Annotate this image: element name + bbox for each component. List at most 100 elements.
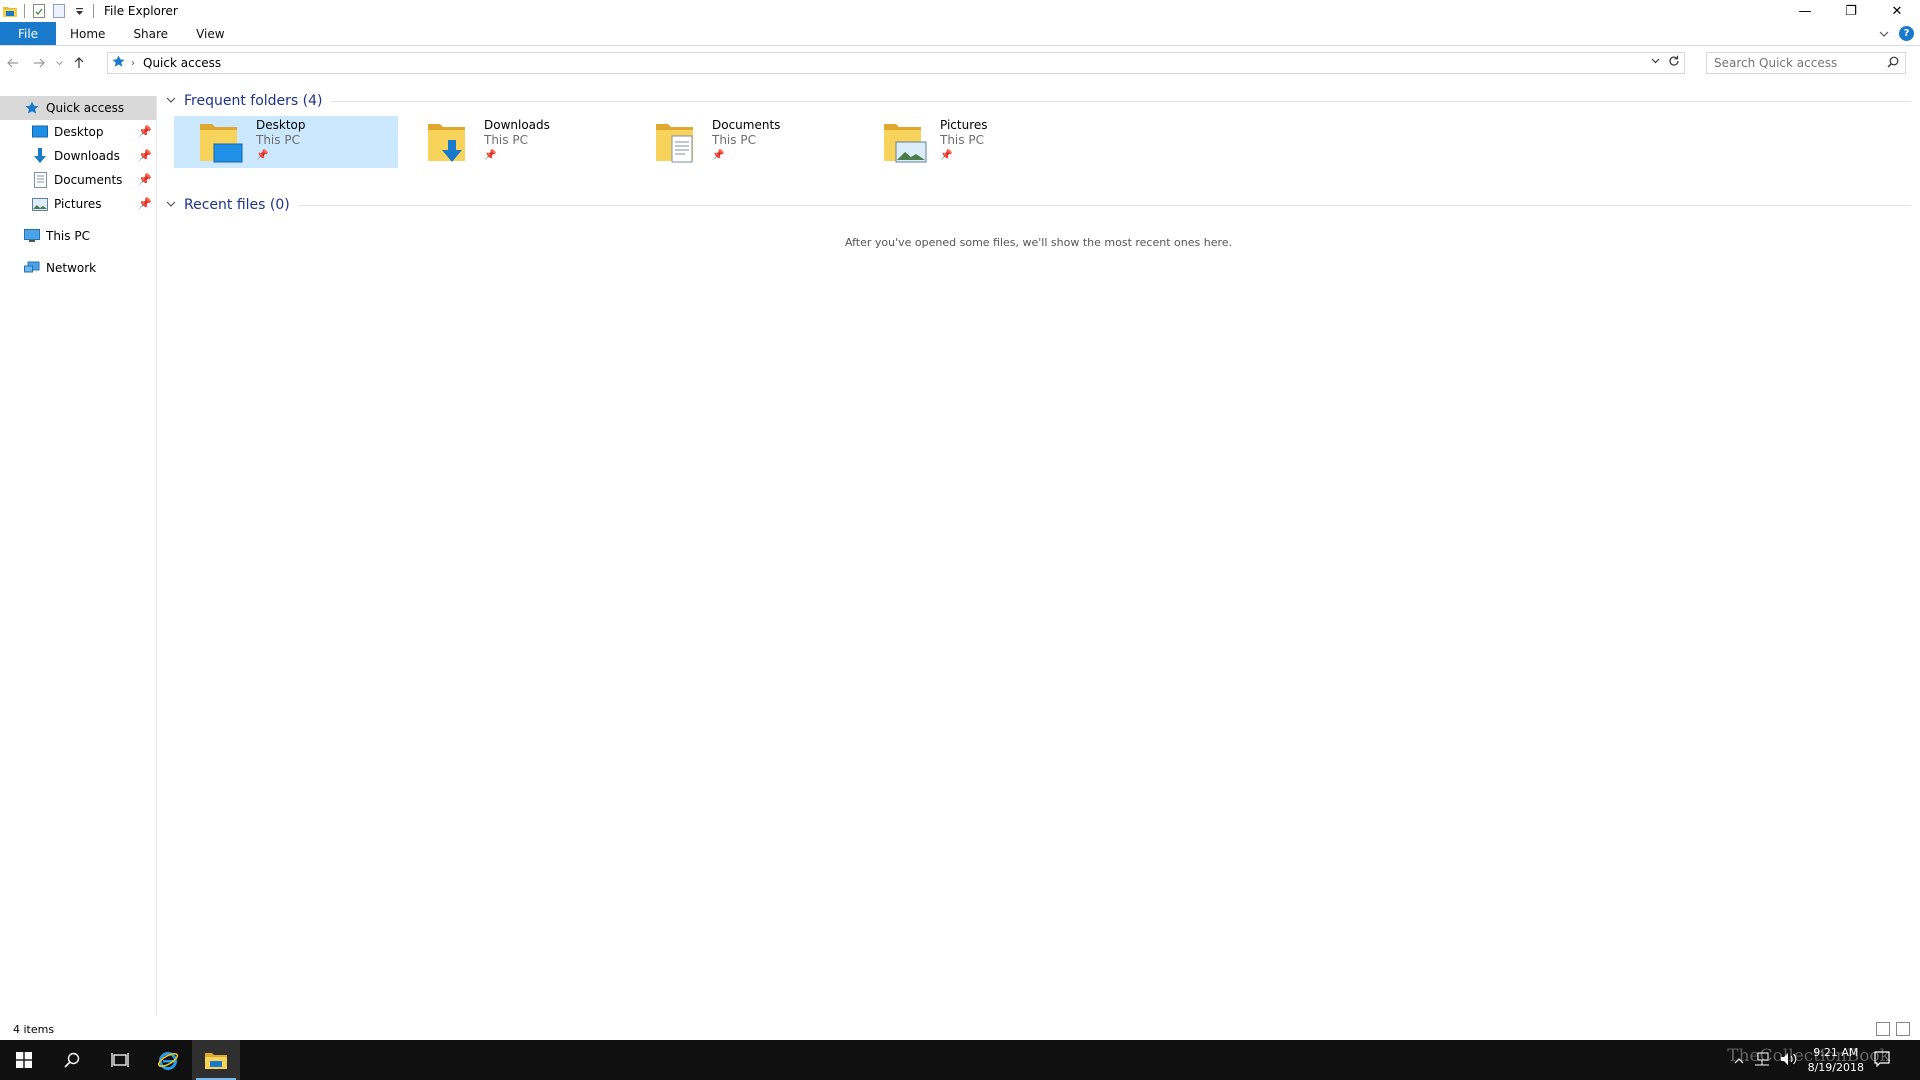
pin-icon: 📌 xyxy=(940,150,953,161)
frequent-folders-header[interactable]: Frequent folders (4) xyxy=(166,92,1911,110)
nav-item-label: Documents xyxy=(54,173,123,187)
toolbar-separator xyxy=(93,4,94,18)
nav-item-this-pc[interactable]: This PC xyxy=(0,224,156,248)
quick-access-star-icon xyxy=(112,55,125,71)
folder-name: Desktop xyxy=(256,118,306,132)
help-button[interactable]: ? xyxy=(1899,26,1914,41)
task-view-button[interactable] xyxy=(96,1040,144,1080)
minimize-button[interactable]: — xyxy=(1782,0,1828,22)
refresh-icon[interactable] xyxy=(1668,55,1680,71)
clock-date: 8/19/2018 xyxy=(1807,1061,1864,1074)
large-icons-view-icon[interactable] xyxy=(1896,1022,1910,1036)
pin-icon: 📌 xyxy=(256,150,269,161)
nav-item-label: Desktop xyxy=(54,125,104,139)
download-arrow-icon xyxy=(32,148,48,164)
group-title: Frequent folders (4) xyxy=(184,93,323,109)
back-button[interactable] xyxy=(0,52,26,74)
nav-item-network[interactable]: Network xyxy=(0,256,156,280)
up-arrow-icon xyxy=(74,57,84,68)
nav-item-label: Pictures xyxy=(54,197,102,211)
folder-app-icon[interactable] xyxy=(2,3,18,19)
pin-icon: 📌 xyxy=(138,125,152,138)
folder-location: This PC xyxy=(712,133,756,147)
file-explorer-window: File Explorer — ❐ ✕ File Home Share View… xyxy=(0,0,1920,1080)
file-explorer-taskbar-button[interactable] xyxy=(192,1040,240,1080)
tab-share[interactable]: Share xyxy=(119,22,182,45)
forward-button[interactable] xyxy=(26,52,52,74)
start-button[interactable] xyxy=(0,1040,48,1080)
nav-item-pictures[interactable]: Pictures 📌 xyxy=(0,192,156,216)
navigation-pane: Quick access Desktop 📌 Downloads 📌 Docum… xyxy=(0,96,157,1016)
tab-home[interactable]: Home xyxy=(56,22,119,45)
folder-location: This PC xyxy=(256,133,300,147)
recent-files-header[interactable]: Recent files (0) xyxy=(166,196,1911,214)
show-hidden-icons-icon[interactable] xyxy=(1734,1053,1744,1067)
downloads-folder-icon xyxy=(426,118,474,166)
new-folder-icon[interactable] xyxy=(51,3,67,19)
nav-item-quick-access[interactable]: Quick access xyxy=(0,96,156,120)
up-button[interactable] xyxy=(66,52,92,74)
properties-icon[interactable] xyxy=(31,3,47,19)
documents-folder-icon xyxy=(654,118,702,166)
search-icon xyxy=(64,1052,80,1068)
tab-file[interactable]: File xyxy=(0,22,56,45)
breadcrumb-quick-access[interactable]: Quick access xyxy=(143,56,221,70)
folder-tile-desktop[interactable]: Desktop This PC 📌 xyxy=(174,116,398,168)
nav-item-downloads[interactable]: Downloads 📌 xyxy=(0,144,156,168)
picture-icon xyxy=(32,196,48,212)
chevron-down-icon xyxy=(166,96,180,107)
pin-icon: 📌 xyxy=(138,197,152,210)
clock-time: 9:21 AM xyxy=(1813,1046,1859,1059)
pin-icon: 📌 xyxy=(138,173,152,186)
volume-icon[interactable] xyxy=(1780,1052,1798,1069)
network-status-icon[interactable] xyxy=(1754,1052,1770,1069)
folder-tile-documents[interactable]: Documents This PC 📌 xyxy=(630,116,854,168)
task-view-icon xyxy=(111,1053,129,1067)
customize-toolbar-dropdown-icon[interactable] xyxy=(71,3,87,19)
folder-name: Downloads xyxy=(484,118,550,132)
breadcrumb-separator-icon: › xyxy=(131,57,135,69)
search-input[interactable] xyxy=(1714,56,1874,70)
taskbar-clock[interactable]: 9:21 AM 8/19/2018 xyxy=(1808,1045,1864,1075)
address-bar[interactable]: › Quick access xyxy=(107,52,1685,74)
details-view-icon[interactable] xyxy=(1876,1022,1890,1036)
recent-locations-button[interactable] xyxy=(52,52,66,74)
pin-icon: 📌 xyxy=(484,150,497,161)
tab-view[interactable]: View xyxy=(182,22,238,45)
chevron-down-icon xyxy=(166,200,180,211)
nav-item-label: Quick access xyxy=(46,101,125,115)
item-count: 4 items xyxy=(13,1022,55,1036)
folder-tile-pictures[interactable]: Pictures This PC 📌 xyxy=(858,116,1082,168)
pictures-folder-icon xyxy=(882,118,930,166)
taskbar: TheCollectionBook 9:21 AM 8/19/2018 xyxy=(0,1040,1920,1080)
close-button[interactable]: ✕ xyxy=(1874,0,1920,22)
folder-location: This PC xyxy=(484,133,528,147)
view-buttons xyxy=(1876,1022,1910,1036)
search-icon[interactable] xyxy=(1887,56,1899,71)
title-bar: File Explorer — ❐ ✕ xyxy=(0,0,1920,22)
quick-access-toolbar xyxy=(0,0,100,22)
nav-item-desktop[interactable]: Desktop 📌 xyxy=(0,120,156,144)
address-dropdown-icon[interactable] xyxy=(1651,56,1660,67)
folder-tile-downloads[interactable]: Downloads This PC 📌 xyxy=(402,116,626,168)
group-divider xyxy=(330,100,1911,102)
quick-access-star-icon xyxy=(24,100,40,116)
window-controls: — ❐ ✕ xyxy=(1782,0,1920,22)
status-bar: 4 items xyxy=(0,1019,1920,1039)
ribbon-tabs: File Home Share View ? xyxy=(0,22,1920,46)
folder-name: Pictures xyxy=(940,118,988,132)
action-center-icon[interactable] xyxy=(1874,1050,1890,1070)
windows-logo-icon xyxy=(16,1052,32,1068)
nav-item-documents[interactable]: Documents 📌 xyxy=(0,168,156,192)
expand-ribbon-icon[interactable] xyxy=(1879,27,1889,41)
internet-explorer-button[interactable] xyxy=(144,1040,192,1080)
restore-button[interactable]: ❐ xyxy=(1828,0,1874,22)
folder-name: Documents xyxy=(712,118,781,132)
search-taskbar-button[interactable] xyxy=(48,1040,96,1080)
search-box[interactable] xyxy=(1706,52,1906,74)
frequent-folders-list: Desktop This PC 📌 Downloads This PC 📌 Do… xyxy=(174,116,1911,168)
pin-icon: 📌 xyxy=(712,150,725,161)
document-icon xyxy=(32,172,48,188)
